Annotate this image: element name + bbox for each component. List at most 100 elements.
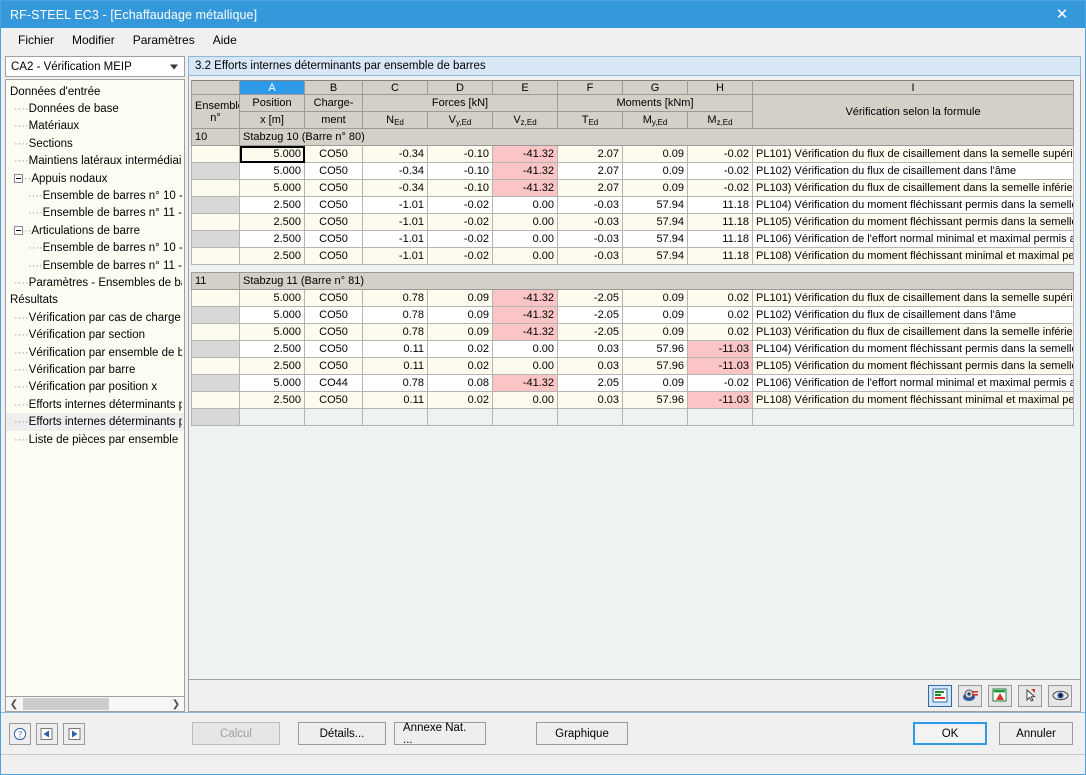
column-header-D[interactable]: D [427,80,493,95]
select-pointer-icon[interactable] [1018,684,1042,707]
cell-my-ed[interactable]: 57.94 [622,213,688,231]
row-selector[interactable] [191,230,240,248]
cell-chargement[interactable]: CO50 [304,145,363,163]
tree-item[interactable]: ····Paramètres - Ensembles de barres [6,274,184,291]
cell-t-ed[interactable]: 0.03 [557,357,623,375]
tree-item[interactable]: ···· Vérification par barre [6,361,184,378]
column-header-A[interactable]: A [239,80,305,95]
cell-vy-ed[interactable]: 0.02 [427,357,493,375]
cell-t-ed[interactable]: -0.03 [557,213,623,231]
cell-position-x[interactable]: 5.000 [239,374,305,392]
cell-chargement[interactable]: CO50 [304,340,363,358]
cell-chargement[interactable]: CO44 [304,374,363,392]
tree-item[interactable]: ···· Ensemble de barres n° 10 - [6,187,184,204]
empty-cell[interactable] [239,408,305,426]
cell-mz-ed[interactable]: -0.02 [687,162,753,180]
cell-vy-ed[interactable]: -0.10 [427,179,493,197]
cell-n-ed[interactable]: 0.78 [362,323,428,341]
empty-cell[interactable] [622,408,688,426]
empty-cell[interactable] [687,408,753,426]
cell-vy-ed[interactable]: -0.02 [427,213,493,231]
cell-formula[interactable]: PL102) Vérification du flux de cisaillem… [752,306,1074,324]
cell-vz-ed[interactable]: -41.32 [492,289,558,307]
cell-mz-ed[interactable]: -0.02 [687,374,753,392]
cell-position-x[interactable]: 2.500 [239,230,305,248]
tree-item[interactable]: ···· Vérification par section [6,326,184,343]
cell-vy-ed[interactable]: -0.02 [427,196,493,214]
cell-vy-ed[interactable]: 0.09 [427,323,493,341]
cell-position-x[interactable]: 2.500 [239,340,305,358]
view-eye-icon[interactable] [1048,684,1072,707]
tree-item[interactable]: ···· Matériaux [6,118,184,135]
cell-vz-ed[interactable]: 0.00 [492,213,558,231]
cell-n-ed[interactable]: -1.01 [362,230,428,248]
empty-cell[interactable] [427,408,493,426]
cell-vy-ed[interactable]: -0.02 [427,230,493,248]
cell-chargement[interactable]: CO50 [304,357,363,375]
cell-t-ed[interactable]: 2.07 [557,162,623,180]
scrollbar-thumb[interactable] [23,698,109,710]
cell-my-ed[interactable]: 0.09 [622,306,688,324]
tree-item[interactable]: ···· Ensemble de barres n° 11 - [6,205,184,222]
cell-n-ed[interactable]: 0.11 [362,340,428,358]
cell-my-ed[interactable]: 0.09 [622,162,688,180]
cell-my-ed[interactable]: 0.09 [622,179,688,197]
cell-t-ed[interactable]: 2.07 [557,145,623,163]
row-selector[interactable] [191,289,240,307]
cell-position-x[interactable]: 5.000 [239,289,305,307]
cell-formula[interactable]: PL102) Vérification du flux de cisaillem… [752,162,1074,180]
row-selector[interactable] [191,306,240,324]
menu-item-fichier[interactable]: Fichier [9,31,63,49]
table-row[interactable]: 5.000 CO50 -0.34 -0.10 -41.32 2.07 0.09 -0.02 PL… [191,145,1074,163]
cell-my-ed[interactable]: 0.09 [622,323,688,341]
cell-position-x[interactable]: 5.000 [239,162,305,180]
table-row[interactable]: 5.000 CO50 0.78 0.09 -41.32 -2.05 0.09 0.02 PL10… [191,306,1074,324]
table-row[interactable]: 2.500 CO50 -1.01 -0.02 0.00 -0.03 57.94 11.18 PL… [191,230,1074,248]
cell-t-ed[interactable]: 0.03 [557,340,623,358]
column-header-H[interactable]: H [687,80,753,95]
cell-n-ed[interactable]: 0.11 [362,357,428,375]
cell-formula[interactable]: PL104) Vérification du moment fléchissan… [752,340,1074,358]
tree-item[interactable]: ····Liste de pièces par ensemble de barr… [6,431,184,448]
tree-horizontal-scrollbar[interactable]: ❮ ❯ [5,696,185,712]
tree-item[interactable]: ···· Ensemble de barres n° 10 - [6,240,184,257]
cell-my-ed[interactable]: 57.94 [622,247,688,265]
cell-mz-ed[interactable]: 0.02 [687,289,753,307]
tree-item[interactable]: ····Efforts internes déterminants par ba… [6,396,184,413]
cell-t-ed[interactable]: 2.07 [557,179,623,197]
table-row[interactable]: 2.500 CO50 0.11 0.02 0.00 0.03 57.96 -11.03 PL10… [191,357,1074,375]
cell-formula[interactable]: PL106) Vérification de l'effort normal m… [752,230,1074,248]
scroll-right-icon[interactable]: ❯ [168,697,184,711]
column-header-E[interactable]: E [492,80,558,95]
row-selector[interactable] [191,391,240,409]
cell-vy-ed[interactable]: -0.10 [427,145,493,163]
table-row[interactable]: 5.000 CO50 -0.34 -0.10 -41.32 2.07 0.09 -0.02 PL… [191,179,1074,197]
cell-position-x[interactable]: 2.500 [239,213,305,231]
cell-position-x[interactable]: 5.000 [239,306,305,324]
cell-vy-ed[interactable]: 0.09 [427,289,493,307]
menu-item-parametres[interactable]: Paramètres [124,31,204,49]
cell-my-ed[interactable]: 57.94 [622,230,688,248]
tree-item[interactable]: Résultats [6,292,184,309]
cell-n-ed[interactable]: 0.78 [362,374,428,392]
cell-n-ed[interactable]: 0.78 [362,306,428,324]
printer-report-icon[interactable] [958,684,982,707]
table-row[interactable]: 2.500 CO50 0.11 0.02 0.00 0.03 57.96 -11.03 PL10… [191,340,1074,358]
row-selector[interactable] [191,247,240,265]
results-bars-icon[interactable] [928,684,952,707]
cell-chargement[interactable]: CO50 [304,306,363,324]
row-selector[interactable] [191,196,240,214]
cell-n-ed[interactable]: -0.34 [362,145,428,163]
tree-item[interactable]: Données d'entrée [6,83,184,100]
empty-cell[interactable] [492,408,558,426]
cell-position-x[interactable]: 5.000 [239,179,305,197]
cell-position-x[interactable]: 2.500 [239,196,305,214]
column-header-B[interactable]: B [304,80,363,95]
cell-t-ed[interactable]: -0.03 [557,230,623,248]
row-selector[interactable] [191,340,240,358]
cell-my-ed[interactable]: 0.09 [622,145,688,163]
cell-position-x[interactable]: 2.500 [239,391,305,409]
close-icon[interactable]: ✕ [1039,1,1085,28]
cell-formula[interactable]: PL101) Vérification du flux de cisaillem… [752,289,1074,307]
cell-chargement[interactable]: CO50 [304,323,363,341]
